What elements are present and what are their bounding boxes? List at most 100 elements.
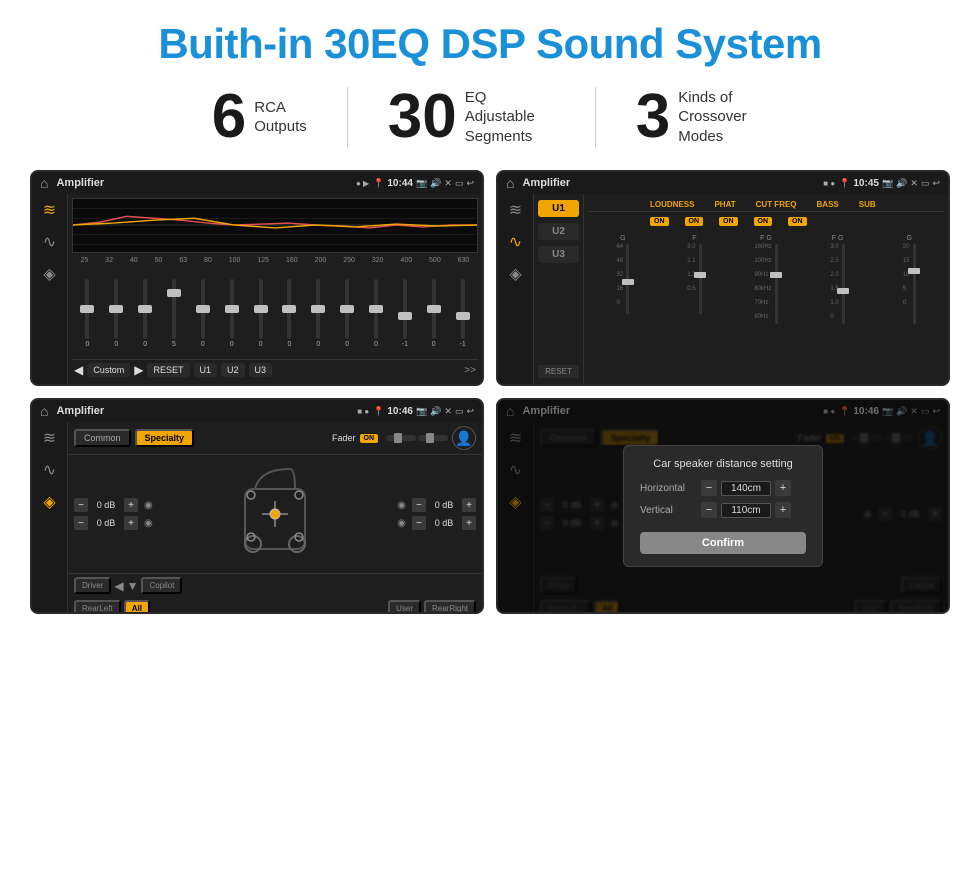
loudness-slider[interactable] (626, 244, 629, 314)
cutfreq-slider[interactable] (775, 244, 778, 324)
eq-camera-icon: 📷 (416, 178, 427, 189)
db-minus-fl[interactable]: − (74, 498, 88, 512)
fader-sidebar-speaker-icon[interactable]: ◈ (43, 492, 55, 512)
user-btn[interactable]: User (388, 600, 421, 614)
slider-track-1[interactable] (114, 279, 118, 339)
slider-track-13[interactable] (461, 279, 465, 339)
crossover-sidebar-speaker-icon[interactable]: ◈ (509, 264, 521, 284)
rearright-btn[interactable]: RearRight (424, 600, 476, 614)
confirm-button[interactable]: Confirm (640, 532, 806, 554)
phat-thumb[interactable] (694, 272, 706, 278)
bass-slider[interactable] (842, 244, 845, 324)
eq-sidebar-eq-icon[interactable]: ≋ (43, 200, 56, 220)
bass-scale: 3.0 2.5 2.0 1.5 1.0 0 (830, 244, 838, 320)
u2-btn[interactable]: U2 (538, 223, 579, 240)
slider-val-3: 5 (172, 341, 176, 348)
slider-track-9[interactable] (345, 279, 349, 339)
crossover-reset-btn[interactable]: RESET (538, 365, 579, 378)
driver-btn[interactable]: Driver (74, 577, 111, 594)
bass-fg-label: F G (832, 235, 844, 242)
eq-u3-btn[interactable]: U3 (249, 363, 273, 377)
dialog-vertical-ctrl: − 110cm + (701, 502, 806, 518)
phat-f-label: F (692, 235, 696, 242)
slider-thumb-12[interactable] (427, 305, 441, 313)
fader-sidebar: ≋ ∿ ◈ (32, 422, 68, 612)
phat-slider[interactable] (699, 244, 702, 314)
u1-btn[interactable]: U1 (538, 200, 579, 217)
fader-thumb-2[interactable] (426, 433, 434, 443)
eq-play-btn[interactable]: ▶ (134, 363, 143, 377)
slider-track-0[interactable] (85, 279, 89, 339)
slider-track-5[interactable] (230, 279, 234, 339)
eq-prev-btn[interactable]: ◀ (74, 363, 83, 377)
specialty-tab[interactable]: Specialty (135, 429, 195, 447)
slider-thumb-0[interactable] (80, 305, 94, 313)
db-minus-rr[interactable]: − (412, 516, 426, 530)
eq-custom-btn[interactable]: Custom (87, 363, 130, 377)
slider-thumb-6[interactable] (254, 305, 268, 313)
u3-btn[interactable]: U3 (538, 246, 579, 263)
user-icon-btn[interactable]: 👤 (452, 426, 476, 450)
crossover-sidebar-wave-icon[interactable]: ∿ (509, 232, 522, 252)
slider-track-8[interactable] (316, 279, 320, 339)
slider-thumb-2[interactable] (138, 305, 152, 313)
slider-thumb-10[interactable] (369, 305, 383, 313)
down-arrow-btn[interactable]: ▼ (127, 579, 139, 593)
dialog-horizontal-plus[interactable]: + (775, 480, 791, 496)
common-tab[interactable]: Common (74, 429, 131, 447)
slider-track-3[interactable] (172, 279, 176, 339)
slider-thumb-5[interactable] (225, 305, 239, 313)
slider-thumb-11[interactable] (398, 312, 412, 320)
all-btn[interactable]: All (124, 600, 150, 614)
eq-u2-btn[interactable]: U2 (221, 363, 245, 377)
db-minus-fr[interactable]: − (412, 498, 426, 512)
db-minus-rl[interactable]: − (74, 516, 88, 530)
copilot-btn[interactable]: Copilot (141, 577, 182, 594)
eq-u1-btn[interactable]: U1 (194, 363, 218, 377)
slider-thumb-3[interactable] (167, 289, 181, 297)
slider-track-10[interactable] (374, 279, 378, 339)
slider-thumb-9[interactable] (340, 305, 354, 313)
db-plus-fl[interactable]: + (124, 498, 138, 512)
slider-thumb-13[interactable] (456, 312, 470, 320)
cutfreq-thumb[interactable] (770, 272, 782, 278)
bass-thumb[interactable] (837, 288, 849, 294)
stat-eq: 30 EQ AdjustableSegments (348, 86, 595, 148)
slider-thumb-7[interactable] (282, 305, 296, 313)
eq-screen: ⌂ Amplifier ● ▶ 📍 10:44 📷 🔊 ✕ ▭ ↩ ≋ ∿ (30, 170, 484, 386)
dialog-horizontal-minus[interactable]: − (701, 480, 717, 496)
eq-reset-btn[interactable]: RESET (147, 363, 189, 377)
eq-sidebar-speaker-icon[interactable]: ◈ (43, 264, 55, 284)
speaker-fl-icon: ◉ (144, 500, 153, 511)
slider-thumb-8[interactable] (311, 305, 325, 313)
crossover-sidebar-eq-icon[interactable]: ≋ (509, 200, 522, 220)
left-arrow-btn[interactable]: ◀ (114, 579, 123, 593)
dialog-vertical-plus[interactable]: + (775, 502, 791, 518)
dialog-screen: ⌂ Amplifier ■ ● 📍 10:46 📷 🔊 ✕ ▭ ↩ ≋ ∿ (496, 398, 950, 614)
slider-track-7[interactable] (287, 279, 291, 339)
slider-track-12[interactable] (432, 279, 436, 339)
rearleft-btn[interactable]: RearLeft (74, 600, 121, 614)
slider-track-11[interactable] (403, 279, 407, 339)
fader-slider-1[interactable] (386, 435, 416, 441)
slider-track-4[interactable] (201, 279, 205, 339)
db-plus-fr[interactable]: + (462, 498, 476, 512)
dialog-vertical-minus[interactable]: − (701, 502, 717, 518)
slider-track-6[interactable] (259, 279, 263, 339)
db-plus-rl[interactable]: + (124, 516, 138, 530)
slider-thumb-4[interactable] (196, 305, 210, 313)
db-plus-rr[interactable]: + (462, 516, 476, 530)
eq-home-icon: ⌂ (40, 175, 48, 191)
sub-slider[interactable] (913, 244, 916, 324)
sub-thumb[interactable] (908, 268, 920, 274)
fader-sidebar-eq-icon[interactable]: ≋ (43, 428, 56, 448)
slider-thumb-1[interactable] (109, 305, 123, 313)
fader-thumb-1[interactable] (394, 433, 402, 443)
stat-crossover: 3 Kinds ofCrossover Modes (596, 86, 808, 148)
loudness-thumb[interactable] (622, 279, 634, 285)
fader-slider-2[interactable] (418, 435, 448, 441)
fader-sidebar-wave-icon[interactable]: ∿ (43, 460, 56, 480)
slider-track-2[interactable] (143, 279, 147, 339)
eq-sidebar-wave-icon[interactable]: ∿ (43, 232, 56, 252)
eq-freq-labels: 25 32 40 50 63 80 100 125 160 200 250 32… (72, 257, 478, 264)
